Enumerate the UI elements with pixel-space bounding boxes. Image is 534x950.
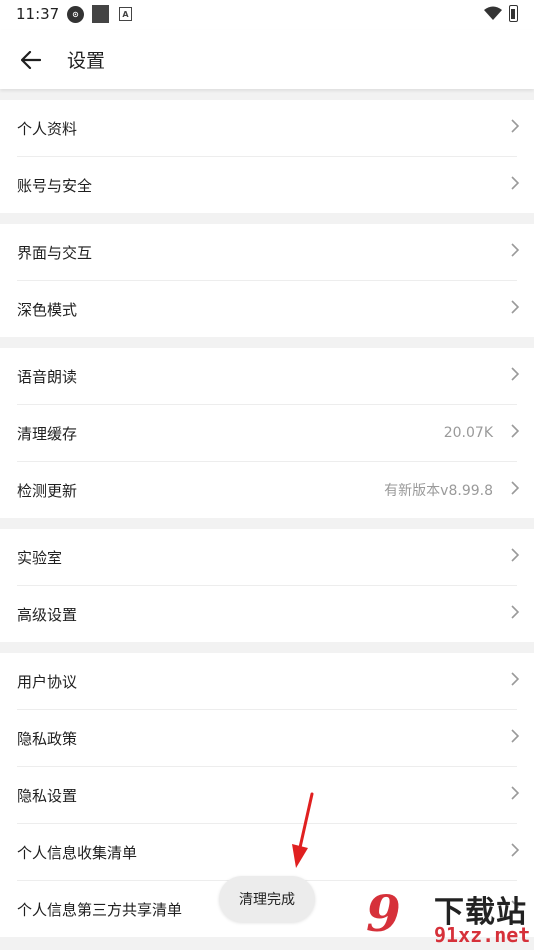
settings-row[interactable]: 语音朗读 bbox=[17, 348, 520, 405]
toast-message: 清理完成 bbox=[219, 876, 315, 922]
watermark-logo-mark: 9 bbox=[366, 884, 401, 943]
settings-group: 界面与交互 深色模式 bbox=[0, 224, 534, 337]
watermark-logo: 9 下载站 91xz.net bbox=[360, 885, 534, 950]
settings-row[interactable]: 个人资料 bbox=[17, 100, 520, 157]
settings-row-label: 深色模式 bbox=[17, 300, 78, 319]
settings-group: 个人资料 账号与安全 bbox=[0, 100, 534, 213]
chevron-right-icon bbox=[511, 243, 520, 257]
chevron-right-icon bbox=[511, 729, 520, 743]
a-icon: A bbox=[119, 7, 132, 21]
battery-icon bbox=[509, 5, 518, 22]
settings-row[interactable]: 界面与交互 bbox=[17, 224, 520, 281]
settings-list: 个人资料账号与安全界面与交互深色模式语音朗读清理缓存 20.07K 检测更新 有新版本… bbox=[0, 100, 534, 948]
settings-row-value: 有新版本v8.99.8 bbox=[384, 483, 493, 499]
watermark-domain: 91xz.net bbox=[434, 923, 531, 947]
chevron-right-icon bbox=[511, 672, 520, 686]
settings-row-label: 个人资料 bbox=[17, 119, 78, 138]
red-arrow-annotation bbox=[292, 792, 314, 868]
chevron-right-icon bbox=[511, 548, 520, 562]
status-time: 11:37 bbox=[16, 5, 60, 23]
chevron-right-icon bbox=[511, 481, 520, 495]
settings-row-label: 账号与安全 bbox=[17, 176, 93, 195]
settings-row[interactable]: 用户协议 bbox=[17, 653, 520, 710]
notification-icon: ⊙ bbox=[67, 6, 84, 23]
settings-row[interactable]: 清理缓存 20.07K bbox=[17, 405, 520, 462]
settings-row[interactable]: 隐私政策 bbox=[17, 710, 520, 767]
chevron-right-icon bbox=[511, 786, 520, 800]
settings-row[interactable]: 深色模式 bbox=[17, 281, 520, 337]
chevron-right-icon bbox=[511, 300, 520, 314]
settings-row-label: 界面与交互 bbox=[17, 243, 93, 262]
chevron-right-icon bbox=[511, 424, 520, 438]
back-button[interactable] bbox=[14, 43, 48, 77]
settings-row[interactable]: 检测更新 有新版本v8.99.8 bbox=[17, 462, 520, 518]
settings-row-label: 隐私政策 bbox=[17, 729, 78, 748]
square-icon bbox=[92, 5, 109, 23]
settings-row-label: 清理缓存 bbox=[17, 424, 78, 443]
chevron-right-icon bbox=[511, 605, 520, 619]
settings-row[interactable]: 个人信息收集清单 bbox=[17, 824, 520, 881]
settings-row[interactable]: 实验室 bbox=[17, 529, 520, 586]
settings-row-label: 高级设置 bbox=[17, 605, 78, 624]
settings-row-label: 语音朗读 bbox=[17, 367, 78, 386]
settings-row-label: 个人信息第三方共享清单 bbox=[17, 900, 183, 919]
settings-row-label: 隐私设置 bbox=[17, 786, 78, 805]
wifi-icon bbox=[484, 6, 502, 20]
page-title: 设置 bbox=[67, 50, 106, 72]
app-header: 设置 bbox=[0, 30, 534, 89]
chevron-right-icon bbox=[511, 367, 520, 381]
settings-row[interactable]: 高级设置 bbox=[17, 586, 520, 642]
status-bar: 11:37 ⊙ A bbox=[0, 0, 534, 30]
arrow-left-icon bbox=[21, 51, 41, 69]
settings-row-label: 实验室 bbox=[17, 548, 63, 567]
settings-group: 实验室 高级设置 bbox=[0, 529, 534, 642]
chevron-right-icon bbox=[511, 176, 520, 190]
settings-group: 语音朗读清理缓存 20.07K 检测更新 有新版本v8.99.8 bbox=[0, 348, 534, 518]
chevron-right-icon bbox=[511, 119, 520, 133]
chevron-right-icon bbox=[511, 843, 520, 857]
settings-row[interactable]: 隐私设置 bbox=[17, 767, 520, 824]
settings-row-value: 20.07K bbox=[443, 425, 493, 441]
settings-row[interactable]: 账号与安全 bbox=[17, 157, 520, 213]
settings-row-label: 检测更新 bbox=[17, 481, 78, 500]
settings-row-label: 个人信息收集清单 bbox=[17, 843, 138, 862]
settings-row-label: 用户协议 bbox=[17, 672, 78, 691]
